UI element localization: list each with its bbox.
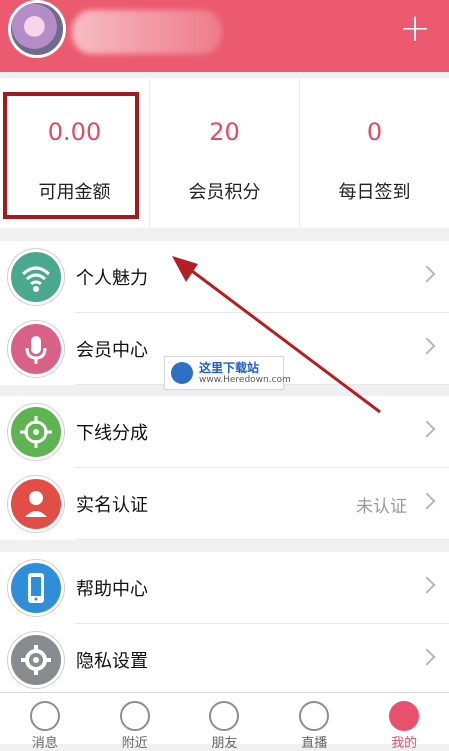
gear-icon	[389, 701, 420, 731]
tab-nearby[interactable]: 附近	[90, 693, 180, 751]
tab-mine[interactable]: 我的	[359, 693, 449, 751]
annotation-arrow	[172, 256, 381, 414]
tab-label: 附近	[121, 736, 148, 751]
chat-icon	[29, 701, 60, 731]
tab-label: 消息	[31, 736, 58, 751]
tab-messages[interactable]: 消息	[0, 693, 90, 751]
tab-label: 我的	[391, 736, 418, 751]
tab-live[interactable]: 直播	[269, 693, 359, 751]
bottom-tabbar: 消息 附近 朋友 直播 我的	[0, 692, 449, 751]
home-icon	[119, 701, 150, 731]
user-icon	[209, 701, 240, 731]
tab-label: 朋友	[211, 736, 238, 751]
play-icon	[299, 701, 330, 731]
tab-friends[interactable]: 朋友	[180, 693, 270, 751]
tab-label: 直播	[301, 736, 328, 751]
